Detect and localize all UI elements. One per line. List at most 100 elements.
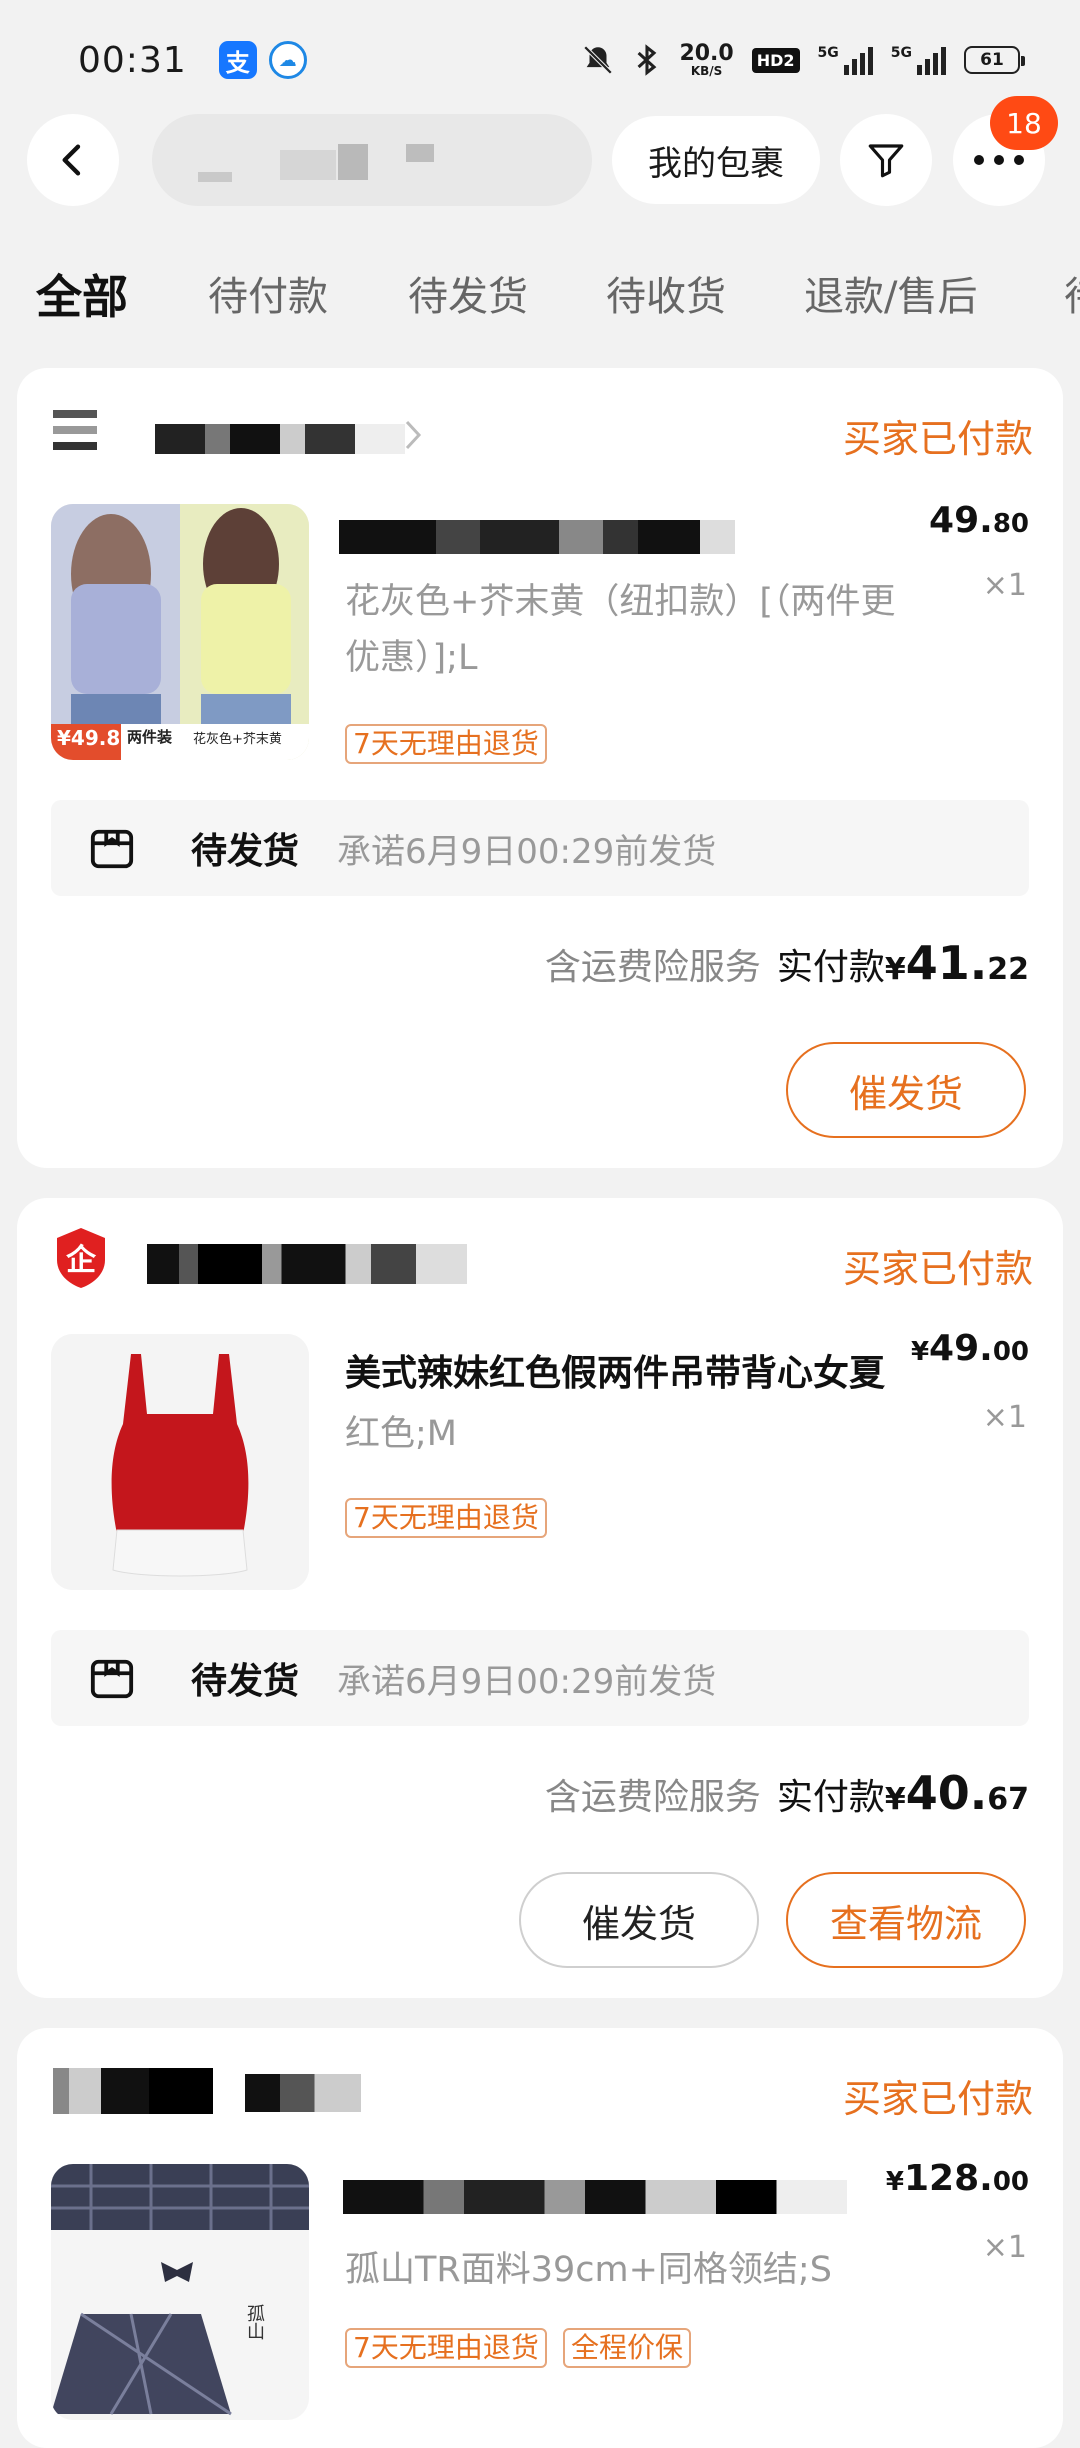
image-brand-label: 孤山: [244, 2304, 265, 2340]
shop-icon-glyph: 企: [66, 1243, 97, 1278]
paid-amount-decimal: 67: [987, 1782, 1029, 1817]
signal-icon-sim2: 5G: [891, 45, 946, 75]
battery-icon: 61: [964, 46, 1025, 74]
payment-summary: 含运费险服务 实付款¥41.22: [545, 936, 1029, 990]
filter-button[interactable]: [840, 114, 932, 206]
paid-amount-integer: 41.: [905, 936, 988, 990]
urge-shipment-button[interactable]: 催发货: [786, 1042, 1026, 1138]
search-redacted-text: [280, 150, 336, 180]
product-title-redacted: [339, 520, 779, 554]
order-status: 买家已付款: [842, 2077, 1033, 2121]
order-card[interactable]: 买家已付款 孤山 孤山TR面料39cm+同格领结;S 7天无理由退货 全程价保 …: [17, 2028, 1063, 2448]
chevron-left-icon: [62, 144, 81, 176]
price-integer: 49.: [929, 500, 993, 541]
product-quantity: ×1: [982, 568, 1027, 603]
tab-pending-receipt[interactable]: 待收货: [606, 262, 726, 332]
return-policy-tag: 7天无理由退货: [345, 2328, 547, 2368]
search-redacted-text: [406, 144, 434, 162]
product-title[interactable]: 美式辣妹红色假两件吊带背心女夏: [345, 1344, 905, 1396]
view-logistics-button[interactable]: 查看物流: [786, 1872, 1026, 1968]
tab-pending-shipment[interactable]: 待发货: [408, 262, 528, 332]
product-price: ¥49.00: [911, 1328, 1029, 1369]
tab-refund-aftersale[interactable]: 退款/售后: [804, 262, 977, 332]
shipping-status-bar[interactable]: 待发货 承诺6月9日00:29前发货: [51, 800, 1029, 896]
product-image[interactable]: 孤山: [51, 2164, 309, 2420]
status-time: 00:31: [78, 39, 187, 81]
currency-symbol: ¥: [884, 1782, 906, 1817]
currency-symbol: ¥: [885, 2167, 904, 2197]
product-quantity: ×1: [982, 1400, 1027, 1435]
currency-symbol: ¥: [910, 1337, 930, 1367]
product-image[interactable]: [51, 1334, 309, 1590]
order-search-input[interactable]: [152, 114, 592, 206]
paid-amount-integer: 40.: [905, 1766, 988, 1820]
price-decimal: 80: [992, 509, 1029, 539]
enterprise-shop-icon: 企: [57, 1228, 105, 1288]
product-spec: 红色;M: [345, 1414, 457, 1454]
image-label-left: 两件装: [127, 728, 173, 746]
shipping-status: 待发货: [191, 831, 300, 872]
tab-next-partial[interactable]: 待: [1064, 262, 1080, 332]
battery-level: 61: [980, 50, 1004, 70]
tab-all[interactable]: 全部: [36, 262, 128, 332]
price-decimal: 00: [992, 2167, 1029, 2197]
search-redacted-text: [338, 144, 368, 180]
tag-row: 7天无理由退货 全程价保: [345, 2328, 845, 2368]
shipping-insurance-label: 含运费险服务: [544, 1777, 761, 1818]
shop-header[interactable]: 买家已付款: [53, 2064, 1033, 2124]
product-spec: 孤山TR面料39cm+同格领结;S: [345, 2250, 832, 2290]
paid-label: 实付款: [776, 1777, 885, 1818]
price-integer: 128.: [903, 2158, 993, 2199]
my-packages-button[interactable]: 我的包裹: [612, 116, 820, 204]
product-title-redacted: [343, 2180, 847, 2214]
product-quantity: ×1: [982, 2230, 1027, 2265]
alipay-icon: 支: [218, 41, 257, 79]
bluetooth-icon: [638, 44, 657, 76]
image-label-right: 花灰色+芥末黄: [193, 732, 282, 747]
shipping-status: 待发货: [191, 1661, 300, 1702]
notification-badge: 18: [990, 96, 1058, 150]
more-dots-icon: [974, 155, 1024, 165]
signal-icon-sim1: 5G: [818, 45, 873, 75]
shipping-promise: 承诺6月9日00:29前发货: [337, 832, 717, 872]
shop-header[interactable]: 企 买家已付款: [53, 1228, 1033, 1294]
return-policy-tag: 7天无理由退货: [345, 724, 547, 764]
image-price-label: ¥49.8: [57, 726, 121, 750]
shop-name-redacted: [245, 2074, 361, 2112]
hd-voice-icon: HD2: [751, 47, 800, 73]
shipping-status-bar[interactable]: 待发货 承诺6月9日00:29前发货: [51, 1630, 1029, 1726]
price-protection-tag: 全程价保: [563, 2328, 692, 2368]
paid-label: 实付款: [776, 947, 885, 988]
shipping-insurance-label: 含运费险服务: [544, 947, 761, 988]
order-card[interactable]: 买家已付款 ¥49.8 两件装 花灰色+芥末黄 花灰色+芥末黄（纽扣款）[（两件…: [17, 368, 1063, 1168]
mute-bell-icon: [584, 45, 613, 75]
price-decimal: 00: [992, 1337, 1029, 1367]
network-speed: 20.0 KB/S: [679, 41, 734, 78]
order-card[interactable]: 企 买家已付款 美式辣妹红色假两件吊带背心女夏 红色;M 7天无理由退货 ¥49…: [17, 1198, 1063, 1998]
product-price: ¥128.00: [886, 2158, 1029, 2199]
return-policy-tag: 7天无理由退货: [345, 1498, 547, 1538]
shop-logo-redacted: [53, 2068, 213, 2114]
urge-shipment-button[interactable]: 催发货: [519, 1872, 759, 1968]
currency-symbol: ¥: [884, 952, 906, 987]
net-speed-value: 20.0: [679, 41, 734, 66]
status-bar: 00:31 支 ☁ 20.0 KB/S HD2 5G 5G 61: [0, 0, 1080, 120]
package-box-icon: [90, 1659, 134, 1699]
order-tabs: 全部 待付款 待发货 待收货 退款/售后 待: [0, 262, 1080, 332]
tab-pending-payment[interactable]: 待付款: [208, 262, 328, 332]
shop-header[interactable]: 买家已付款: [53, 404, 1033, 464]
product-image[interactable]: ¥49.8 两件装 花灰色+芥末黄: [51, 504, 309, 760]
order-status: 买家已付款: [842, 417, 1033, 461]
sim2-label: 5G: [890, 45, 912, 61]
back-button[interactable]: [27, 114, 119, 206]
shop-logo-icon: [53, 410, 97, 450]
product-price: 49.80: [929, 500, 1029, 541]
product-spec: 花灰色+芥末黄（纽扣款）[（两件更优惠）];L: [345, 582, 896, 678]
cloud-app-icon: ☁: [268, 41, 307, 79]
shop-name-redacted: [155, 424, 405, 454]
payment-summary: 含运费险服务 实付款¥40.67: [545, 1766, 1029, 1820]
search-redacted-text: [198, 172, 232, 182]
paid-amount-decimal: 22: [987, 952, 1029, 987]
order-status: 买家已付款: [842, 1247, 1033, 1291]
filter-icon: [868, 144, 904, 178]
